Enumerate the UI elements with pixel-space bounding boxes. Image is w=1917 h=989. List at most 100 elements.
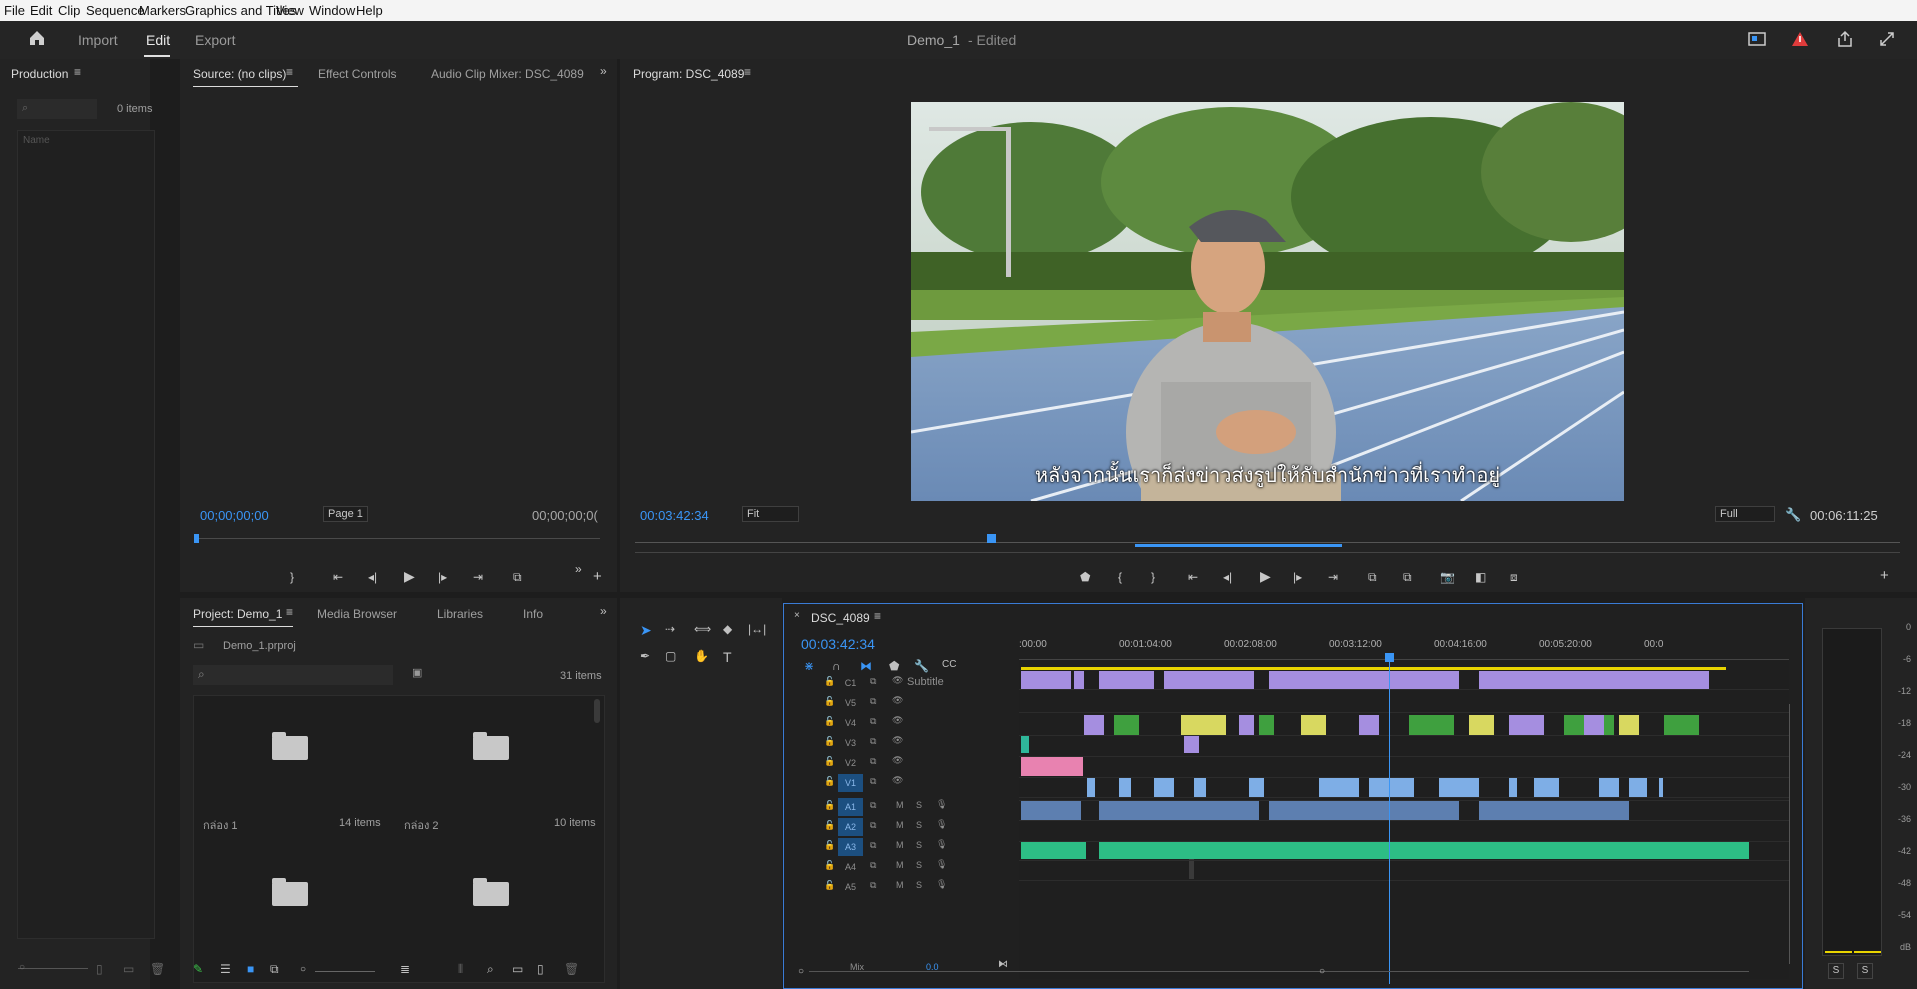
subtitle-clip[interactable] <box>1479 671 1584 689</box>
sort-icon[interactable]: ≣ <box>400 962 410 976</box>
v4-clip[interactable] <box>1259 715 1274 735</box>
mute-button[interactable]: M <box>896 840 904 850</box>
sequence-tab[interactable]: DSC_4089 <box>811 611 870 625</box>
program-video-frame[interactable]: หลังจากนั้นเราก็ส่งข่าวส่งรูปให้กับสำนัก… <box>911 102 1624 501</box>
share-icon[interactable] <box>1836 30 1854 48</box>
project-bin-grid[interactable]: กล่อง 1 14 items กล่อง 2 10 items <box>193 695 605 983</box>
a3-clip[interactable] <box>1021 841 1086 859</box>
mic-icon[interactable]: 🎙 <box>936 799 947 810</box>
source-add-button-icon[interactable]: + <box>593 569 602 584</box>
source-timecode[interactable]: 00;00;00;00 <box>200 508 269 523</box>
sync-lock-icon[interactable]: ⧉ <box>870 696 876 707</box>
program-in-out-range[interactable] <box>1135 544 1342 547</box>
subtitle-clip[interactable] <box>1074 671 1084 689</box>
tab-source[interactable]: Source: (no clips) <box>193 67 286 81</box>
project-zoom-slider[interactable] <box>315 971 375 972</box>
fullscreen-icon[interactable] <box>1878 30 1896 48</box>
slip-tool-icon[interactable]: |↔| <box>748 622 766 636</box>
subtitle-clip[interactable] <box>1021 671 1071 689</box>
track-header-v5[interactable]: 🔓 V5 ⧉ 👁 <box>824 694 1014 712</box>
mute-button[interactable]: M <box>896 880 904 890</box>
program-timecode[interactable]: 00:03:42:34 <box>640 508 709 523</box>
timeline-zoom-end-handle[interactable]: ○ <box>1319 966 1325 977</box>
timeline-settings-icon[interactable]: 🔧 <box>914 659 929 673</box>
sync-lock-icon[interactable]: ⧉ <box>870 820 876 831</box>
bin-1-name[interactable]: กล่อง 1 <box>203 816 238 834</box>
source-playhead[interactable] <box>194 534 199 543</box>
menu-window[interactable]: Window <box>309 3 355 18</box>
solo-button[interactable]: S <box>916 840 922 850</box>
name-column-header[interactable]: Name <box>23 135 50 146</box>
v4-clip[interactable] <box>1664 715 1699 735</box>
v1-clip[interactable] <box>1249 777 1264 797</box>
new-bin-icon[interactable]: ▭ <box>512 962 523 976</box>
timeline-playhead-line[interactable] <box>1389 659 1390 984</box>
a4-gap[interactable] <box>1189 859 1194 879</box>
multi-camera-button[interactable]: ⧈ <box>1510 570 1518 584</box>
v1-clip[interactable] <box>1369 777 1414 797</box>
v4-clip[interactable] <box>1114 715 1139 735</box>
track-target[interactable]: A5 <box>838 878 863 896</box>
rectangle-tool-icon[interactable]: ▢ <box>665 649 676 663</box>
menu-file[interactable]: File <box>4 3 25 18</box>
a1-clip[interactable] <box>1099 800 1259 820</box>
track-header-a2[interactable]: 🔓 A2 ⧉ M S 🎙 <box>824 818 1014 836</box>
lock-icon[interactable]: 🔓 <box>824 696 835 707</box>
track-target[interactable]: C1 <box>838 674 863 692</box>
magnet-icon[interactable]: ∩ <box>832 659 841 673</box>
sync-lock-icon[interactable]: ⧉ <box>870 776 876 787</box>
menu-markers[interactable]: Markers <box>139 3 186 18</box>
menu-clip[interactable]: Clip <box>58 3 80 18</box>
find-button-icon[interactable]: ⌕ <box>487 962 494 977</box>
track-header-a1[interactable]: 🔓 A1 ⧉ M S 🎙 <box>824 798 1014 816</box>
source-mark-out-button[interactable]: } <box>290 570 294 584</box>
play-button[interactable]: ▶ <box>1260 569 1271 583</box>
tab-project[interactable]: Project: Demo_1 <box>193 607 282 621</box>
v4-clip[interactable] <box>1619 715 1639 735</box>
solo-button[interactable]: S <box>916 860 922 870</box>
home-icon[interactable] <box>28 29 46 47</box>
zoom-slider[interactable] <box>18 968 88 969</box>
lock-icon[interactable]: 🔓 <box>824 820 835 831</box>
goto-out-button[interactable]: ⇥ <box>1328 570 1338 584</box>
timeline-zoom-start-handle[interactable]: ○ <box>798 966 804 977</box>
program-title[interactable]: Program: DSC_4089 <box>633 67 744 81</box>
v4-clip[interactable] <box>1301 715 1326 735</box>
eye-icon[interactable]: 👁 <box>892 715 903 726</box>
v4-clip[interactable] <box>1584 715 1604 735</box>
program-ruler[interactable] <box>635 542 1900 543</box>
track-target[interactable]: A1 <box>838 798 863 816</box>
menu-view[interactable]: View <box>276 3 304 18</box>
program-add-button-icon[interactable]: + <box>1880 568 1889 583</box>
type-tool-icon[interactable]: T <box>723 649 732 665</box>
lock-icon[interactable]: 🔓 <box>824 676 835 687</box>
sync-lock-icon[interactable]: ⧉ <box>870 860 876 871</box>
source-step-forward-button[interactable]: |▸ <box>438 570 447 584</box>
snap-icon[interactable]: ⋇ <box>804 659 814 673</box>
program-zoom-bar[interactable] <box>635 552 1900 553</box>
lock-icon[interactable]: 🔓 <box>824 736 835 747</box>
track-header-v2[interactable]: 🔓 V2 ⧉ 👁 <box>824 754 1014 772</box>
lock-icon[interactable]: 🔓 <box>824 800 835 811</box>
eye-icon[interactable]: 👁 <box>892 695 903 706</box>
zoom-slider-handle[interactable]: ○ <box>19 962 25 973</box>
subtitle-clip[interactable] <box>1099 671 1154 689</box>
selection-tool-icon[interactable]: ➤ <box>640 622 652 639</box>
v2-clip[interactable] <box>1021 756 1083 776</box>
v1-clip[interactable] <box>1194 777 1206 797</box>
source-panel-menu-icon[interactable]: ≡ <box>286 65 293 79</box>
extract-button[interactable]: ⧉ <box>1403 570 1412 584</box>
pencil-icon[interactable]: ✎ <box>193 962 203 976</box>
v1-clip[interactable] <box>1509 777 1517 797</box>
subtitle-clip[interactable] <box>1584 671 1709 689</box>
track-header-v4[interactable]: 🔓 V4 ⧉ 👁 <box>824 714 1014 732</box>
v1-clip[interactable] <box>1599 777 1619 797</box>
add-marker-button[interactable]: ⬟ <box>1080 570 1090 584</box>
tab-export[interactable]: Export <box>195 32 235 48</box>
source-page-select[interactable]: Page 1 <box>323 506 368 522</box>
v3-clip[interactable] <box>1184 735 1199 753</box>
v1-clip[interactable] <box>1087 777 1095 797</box>
linked-selection-icon[interactable]: ⧓ <box>860 659 872 673</box>
v1-clip[interactable] <box>1659 777 1663 797</box>
source-goto-in-button[interactable]: ⇤ <box>333 570 343 584</box>
